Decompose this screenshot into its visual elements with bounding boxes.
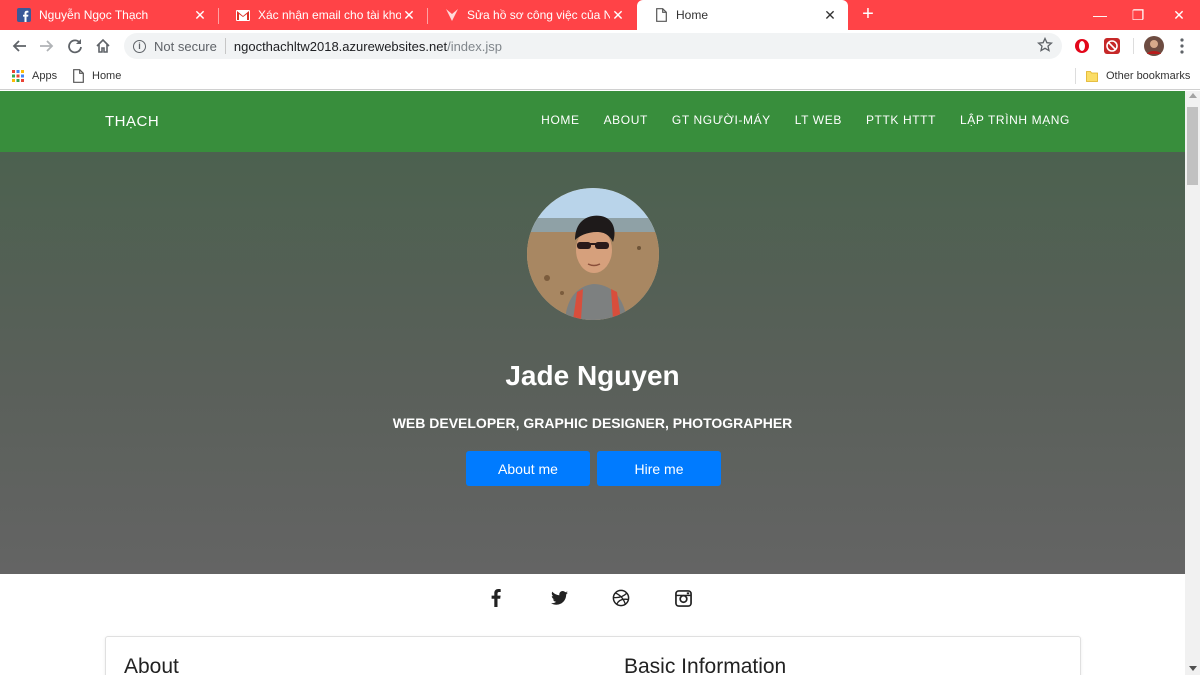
- tab-home[interactable]: Home ✕: [637, 0, 848, 30]
- profile-photo: [527, 188, 659, 320]
- info-icon[interactable]: i: [133, 39, 146, 53]
- nav-lt-web[interactable]: LT WEB: [795, 113, 842, 127]
- social-links: [0, 574, 1185, 636]
- more-vertical-icon: [1180, 38, 1184, 54]
- nav-pttk-httt[interactable]: PTTK HTTT: [866, 113, 936, 127]
- page-scrollbar[interactable]: [1185, 91, 1200, 675]
- back-button[interactable]: [7, 34, 31, 58]
- profile-avatar-icon[interactable]: [1144, 36, 1164, 56]
- window-close-button[interactable]: ✕: [1161, 0, 1197, 30]
- bookmark-label: Other bookmarks: [1106, 70, 1191, 82]
- site-menu: HOME ABOUT GT NGƯỜI-MÁY LT WEB PTTK HTTT…: [541, 113, 1070, 127]
- home-button[interactable]: [91, 34, 115, 58]
- hero-section: Jade Nguyen WEB DEVELOPER, GRAPHIC DESIG…: [0, 152, 1185, 574]
- tab-title: Home: [676, 8, 709, 22]
- tab-title: Sửa hồ sơ công việc của Nguyễn: [467, 8, 610, 22]
- scroll-up-icon[interactable]: [1189, 93, 1197, 98]
- scrollbar-thumb[interactable]: [1187, 107, 1198, 185]
- other-bookmarks[interactable]: Other bookmarks: [1086, 67, 1190, 85]
- reload-button[interactable]: [63, 34, 87, 58]
- tab-vlance[interactable]: Sửa hồ sơ công việc của Nguyễn ✕: [428, 0, 636, 30]
- twitter-icon[interactable]: [549, 588, 569, 608]
- address-bar[interactable]: i Not secure ngocthachltw2018.azurewebsi…: [124, 33, 1062, 59]
- bookmarks-bar: Apps Home Other bookmarks: [0, 62, 1200, 90]
- page-icon: [73, 69, 84, 83]
- nav-lap-trinh-mang[interactable]: LẬP TRÌNH MẠNG: [960, 113, 1070, 127]
- omnibox-divider: [224, 38, 226, 54]
- minimize-button[interactable]: —: [1082, 0, 1118, 30]
- bookmark-home[interactable]: Home: [73, 67, 121, 85]
- bookmark-label: Home: [92, 70, 122, 82]
- scroll-down-icon[interactable]: [1189, 666, 1197, 671]
- info-card: About Basic Information: [105, 636, 1081, 675]
- facebook-icon: [16, 7, 32, 23]
- bookmark-label: Apps: [32, 70, 58, 82]
- close-icon[interactable]: ✕: [822, 7, 838, 23]
- url-host: ngocthachltw2018.azurewebsites.net: [233, 38, 448, 54]
- forward-arrow-icon: [40, 40, 54, 52]
- nav-home[interactable]: HOME: [541, 113, 579, 127]
- opera-extension-icon[interactable]: [1073, 37, 1091, 55]
- close-icon[interactable]: ✕: [401, 7, 417, 23]
- tab-gmail[interactable]: Xác nhận email cho tài khoản vLance ✕: [219, 0, 427, 30]
- apps-grid-icon: [12, 70, 24, 82]
- block-extension-icon[interactable]: [1103, 37, 1121, 55]
- tab-title: Xác nhận email cho tài khoản vLance: [258, 8, 401, 22]
- close-icon[interactable]: ✕: [192, 7, 208, 23]
- hire-me-button[interactable]: Hire me: [597, 451, 721, 486]
- toolbar-divider: [1133, 38, 1134, 54]
- hero-tagline: WEB DEVELOPER, GRAPHIC DESIGNER, PHOTOGR…: [392, 415, 793, 431]
- restore-button[interactable]: ❐: [1120, 0, 1156, 30]
- site-navbar: THẠCH HOME ABOUT GT NGƯỜI-MÁY LT WEB PTT…: [0, 91, 1185, 152]
- reload-icon: [68, 39, 82, 54]
- bookmark-star-icon[interactable]: [1036, 36, 1054, 56]
- security-label: Not secure: [154, 38, 217, 54]
- forward-button[interactable]: [35, 34, 59, 58]
- tab-facebook[interactable]: Nguyễn Ngọc Thạch ✕: [0, 0, 218, 30]
- nav-about[interactable]: ABOUT: [604, 113, 648, 127]
- nav-gt-nguoi-may[interactable]: GT NGƯỜI-MÁY: [672, 113, 771, 127]
- close-icon[interactable]: ✕: [610, 7, 626, 23]
- basic-info-heading: Basic Information: [624, 655, 787, 675]
- url-path: /index.jsp: [447, 38, 502, 54]
- browser-tabstrip: Nguyễn Ngọc Thạch ✕ Xác nhận email cho t…: [0, 0, 1200, 30]
- instagram-icon[interactable]: [673, 588, 693, 608]
- facebook-icon[interactable]: [486, 588, 506, 608]
- vlance-icon: [444, 7, 460, 23]
- folder-icon: [1086, 71, 1098, 82]
- about-heading: About: [124, 655, 179, 675]
- page-viewport: THẠCH HOME ABOUT GT NGƯỜI-MÁY LT WEB PTT…: [0, 91, 1185, 675]
- about-me-button[interactable]: About me: [466, 451, 590, 486]
- menu-button[interactable]: [1170, 34, 1194, 58]
- tab-title: Nguyễn Ngọc Thạch: [39, 8, 149, 22]
- back-arrow-icon: [12, 40, 26, 52]
- new-tab-button[interactable]: +: [858, 4, 878, 25]
- bookmark-apps[interactable]: Apps: [12, 67, 57, 85]
- page-icon: [653, 7, 669, 23]
- bookmarks-divider: [1075, 68, 1076, 84]
- site-brand[interactable]: THẠCH: [105, 113, 159, 130]
- hero-name: Jade Nguyen: [505, 360, 680, 391]
- gmail-icon: [235, 7, 251, 23]
- browser-toolbar: i Not secure ngocthachltw2018.azurewebsi…: [0, 30, 1200, 62]
- home-icon: [96, 38, 110, 53]
- dribbble-icon[interactable]: [611, 588, 631, 608]
